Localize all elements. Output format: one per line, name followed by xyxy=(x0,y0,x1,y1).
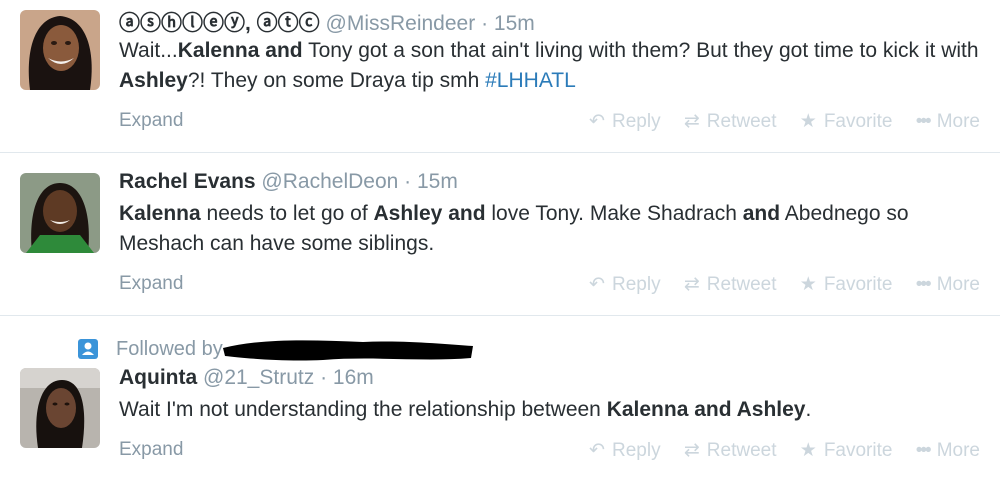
retweet-icon: ⇄ xyxy=(683,274,700,295)
reply-icon: ↶ xyxy=(589,274,605,295)
separator: · xyxy=(320,366,328,389)
favorite-button[interactable]: ★ Favorite xyxy=(800,110,893,133)
text-segment: love Tony. Make Shadrach xyxy=(485,202,743,225)
fullname[interactable]: Rachel Evans xyxy=(119,170,256,193)
tweet-3[interactable]: Followed by Aquinta @21_Strutz · 16m Wai… xyxy=(0,316,1000,481)
tweet-header: ⓐⓢⓗⓛⓔⓨ, ⓐⓣⓒ @MissReindeer · 15m xyxy=(119,7,535,37)
search-match: Kalenna and Ashley xyxy=(606,398,806,421)
search-match: Kalenna xyxy=(119,202,201,225)
text-segment: . xyxy=(805,398,812,421)
text-segment: Tony got a son that ain't living with th… xyxy=(302,39,979,62)
username[interactable]: @21_Strutz xyxy=(203,366,314,389)
retweet-icon: ⇄ xyxy=(683,440,700,461)
tweet-text: Kalenna needs to let go of Ashley and lo… xyxy=(119,199,989,259)
more-dots-icon: ••• xyxy=(915,274,932,295)
tweet-2[interactable]: Rachel Evans @RachelDeon · 15m Kalenna n… xyxy=(0,153,1000,315)
timestamp[interactable]: 15m xyxy=(494,12,535,35)
followed-by-context: Followed by xyxy=(78,336,473,362)
text-segment: Wait I'm not understanding the relations… xyxy=(119,398,607,421)
tweet-actions: ↶ Reply ⇄ Retweet ★ Favorite ••• More xyxy=(571,273,980,296)
expand-link[interactable]: Expand xyxy=(119,273,183,295)
tweet-actions: ↶ Reply ⇄ Retweet ★ Favorite ••• More xyxy=(571,110,980,133)
search-match: and xyxy=(742,202,781,225)
more-button[interactable]: ••• More xyxy=(916,274,980,296)
tweet-header: Aquinta @21_Strutz · 16m xyxy=(119,366,374,390)
reply-button[interactable]: ↶ Reply xyxy=(589,439,661,462)
more-dots-icon: ••• xyxy=(915,111,932,132)
text-segment: needs to let go of xyxy=(200,202,374,225)
more-button[interactable]: ••• More xyxy=(916,111,980,133)
search-match: Ashley and xyxy=(373,202,486,225)
expand-link[interactable]: Expand xyxy=(119,110,183,132)
star-icon: ★ xyxy=(799,440,817,461)
retweet-button[interactable]: ⇄ Retweet xyxy=(684,110,777,133)
avatar[interactable] xyxy=(20,10,100,90)
user-icon xyxy=(78,339,98,359)
retweet-button[interactable]: ⇄ Retweet xyxy=(684,273,777,296)
retweet-button[interactable]: ⇄ Retweet xyxy=(684,439,777,462)
star-icon: ★ xyxy=(799,111,817,132)
reply-button[interactable]: ↶ Reply xyxy=(589,273,661,296)
text-segment: Wait... xyxy=(119,39,178,62)
separator: · xyxy=(481,12,489,35)
reply-button[interactable]: ↶ Reply xyxy=(589,110,661,133)
search-match: Kalenna and xyxy=(177,39,303,62)
separator: · xyxy=(404,170,412,193)
timestamp[interactable]: 16m xyxy=(333,366,374,389)
fullname[interactable]: ⓐⓢⓗⓛⓔⓨ, ⓐⓣⓒ xyxy=(119,12,320,35)
retweet-icon: ⇄ xyxy=(683,111,700,132)
username[interactable]: @MissReindeer xyxy=(326,12,476,35)
tweet-header: Rachel Evans @RachelDeon · 15m xyxy=(119,170,458,194)
more-dots-icon: ••• xyxy=(915,440,932,461)
tweet-1[interactable]: ⓐⓢⓗⓛⓔⓨ, ⓐⓣⓒ @MissReindeer · 15m Wait...K… xyxy=(0,0,1000,152)
favorite-button[interactable]: ★ Favorite xyxy=(800,439,893,462)
text-segment: ?! They on some Draya tip smh xyxy=(187,69,486,92)
tweet-text: Wait...Kalenna and Tony got a son that a… xyxy=(119,36,989,96)
username[interactable]: @RachelDeon xyxy=(261,170,398,193)
avatar[interactable] xyxy=(20,368,100,448)
reply-icon: ↶ xyxy=(589,111,605,132)
search-match: Ashley xyxy=(119,69,188,92)
hashtag-link[interactable]: #LHHATL xyxy=(485,69,576,92)
timestamp[interactable]: 15m xyxy=(417,170,458,193)
star-icon: ★ xyxy=(799,274,817,295)
reply-icon: ↶ xyxy=(589,440,605,461)
favorite-button[interactable]: ★ Favorite xyxy=(800,273,893,296)
fullname[interactable]: Aquinta xyxy=(119,366,197,389)
followed-by-label: Followed by xyxy=(116,337,223,360)
expand-link[interactable]: Expand xyxy=(119,439,183,461)
avatar[interactable] xyxy=(20,173,100,253)
tweet-actions: ↶ Reply ⇄ Retweet ★ Favorite ••• More xyxy=(571,439,980,462)
tweet-text: Wait I'm not understanding the relations… xyxy=(119,395,989,425)
more-button[interactable]: ••• More xyxy=(916,440,980,462)
redaction-mark xyxy=(222,336,473,362)
